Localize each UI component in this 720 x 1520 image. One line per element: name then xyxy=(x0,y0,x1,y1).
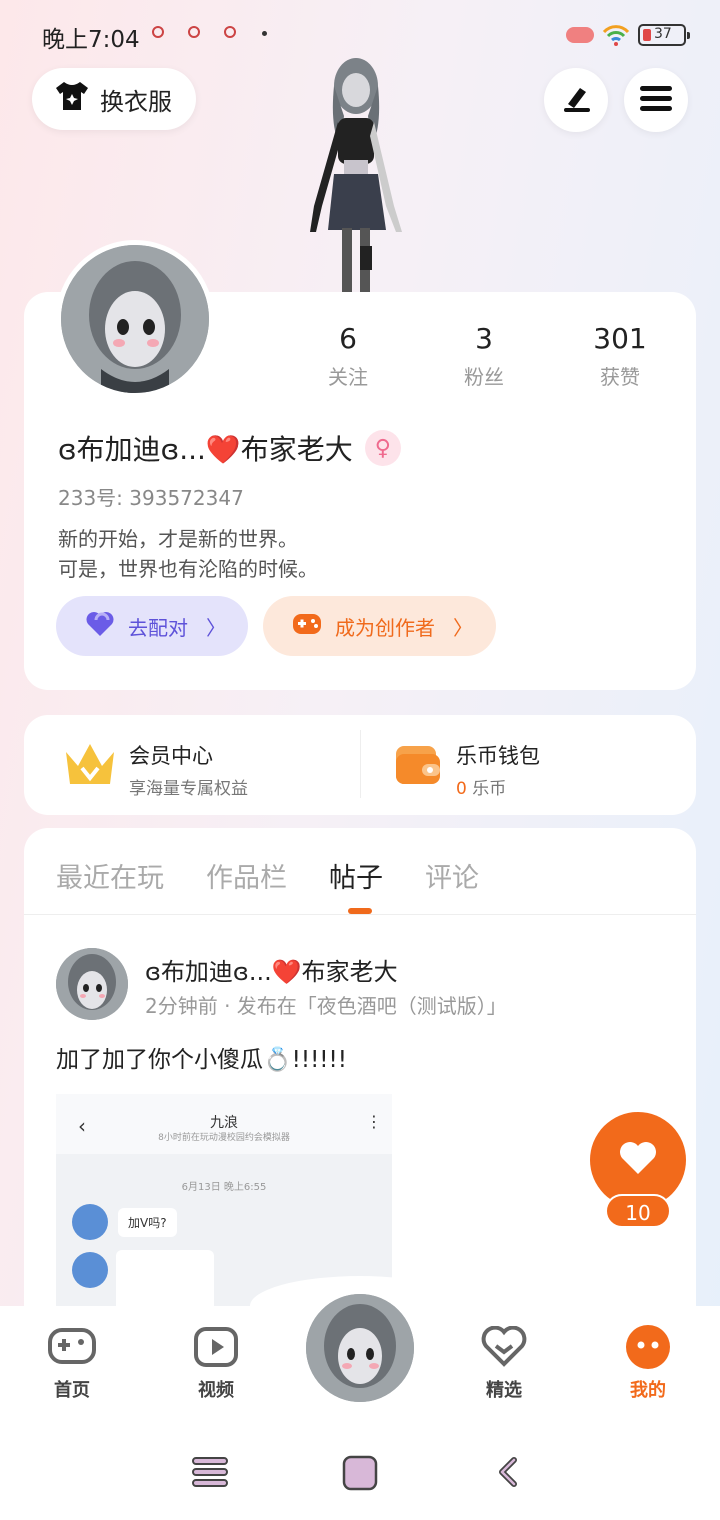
menu-button[interactable] xyxy=(624,68,688,132)
profile-name: ɞ布加迪ɞ...❤️布家老大 xyxy=(58,433,353,466)
heart-icon xyxy=(618,1140,658,1180)
home-icon[interactable] xyxy=(342,1455,378,1495)
nav-home[interactable]: 首页 xyxy=(24,1324,120,1402)
back-icon[interactable] xyxy=(496,1456,520,1492)
become-creator-button[interactable]: 成为创作者 〉 xyxy=(263,596,496,656)
gamepad-icon xyxy=(291,610,323,643)
tab-recent-played[interactable]: 最近在玩 xyxy=(56,856,164,895)
vip-subtitle: 享海量专属权益 xyxy=(129,779,248,799)
vip-title: 会员中心 xyxy=(129,744,213,768)
wallet-unit: 乐币 xyxy=(472,779,507,799)
gamepad-icon xyxy=(24,1324,120,1370)
divider xyxy=(24,914,696,915)
nav-label: 首页 xyxy=(54,1380,90,1401)
more-vertical-icon: ⋮ xyxy=(366,1112,382,1131)
chat-avatar xyxy=(72,1252,108,1288)
stat-label: 获赞 xyxy=(600,365,640,389)
nav-featured[interactable]: 精选 xyxy=(456,1324,552,1402)
screenshot-date: 6月13日 晚上6:55 xyxy=(181,1182,267,1193)
shirt-icon xyxy=(54,80,90,118)
post-author-name[interactable]: ɞ布加迪ɞ...❤️布家老大 xyxy=(145,952,398,987)
nav-label: 视频 xyxy=(198,1380,234,1401)
stat-value: 301 xyxy=(593,322,647,355)
notification-icon xyxy=(188,26,200,38)
notification-icon xyxy=(224,26,236,38)
avatar-3d-figure[interactable] xyxy=(290,56,420,292)
match-button[interactable]: 去配对 〉 xyxy=(56,596,248,656)
mute-icon xyxy=(566,27,594,43)
stat-likes: 301 获赞 xyxy=(560,322,680,390)
screenshot-subtitle: 8小时前在玩动漫校园约会模拟器 xyxy=(158,1133,290,1143)
face-icon xyxy=(600,1324,696,1370)
stat-following[interactable]: 6 关注 xyxy=(288,322,408,390)
screenshot-title: 九浪 xyxy=(210,1115,238,1131)
nav-label: 我的 xyxy=(630,1380,666,1401)
nav-center-avatar[interactable] xyxy=(302,1290,418,1406)
profile-name-row: ɞ布加迪ɞ...❤️布家老大 ♀ xyxy=(58,428,401,468)
post-meta[interactable]: 2分钟前 · 发布在「夜色酒吧（测试版）」 xyxy=(145,990,507,1019)
like-count: 10 xyxy=(605,1194,671,1228)
female-icon: ♀ xyxy=(364,430,401,466)
profile-avatar[interactable] xyxy=(56,240,214,398)
edit-button[interactable] xyxy=(544,68,608,132)
divider xyxy=(360,730,361,798)
battery-icon: 37 xyxy=(638,24,690,46)
wallet-value: 0 xyxy=(456,779,467,799)
play-icon xyxy=(168,1324,264,1370)
chevron-right-icon: 〉 xyxy=(206,615,226,640)
wallet-entry[interactable]: 乐币钱包 0 乐币 xyxy=(456,740,656,799)
tab-works[interactable]: 作品栏 xyxy=(206,856,287,895)
nav-mine[interactable]: 我的 xyxy=(600,1324,696,1402)
tab-comments[interactable]: 评论 xyxy=(425,856,479,895)
profile-bio: 新的开始，才是新的世界。 可是，世界也有沦陷的时候。 xyxy=(58,524,318,584)
bio-line: 新的开始，才是新的世界。 xyxy=(58,527,298,551)
pen-icon xyxy=(560,82,592,118)
change-outfit-label: 换衣服 xyxy=(100,87,172,116)
more-dot-icon xyxy=(262,31,267,36)
nav-video[interactable]: 视频 xyxy=(168,1324,264,1402)
recent-apps-icon[interactable] xyxy=(192,1456,228,1492)
heart-icon xyxy=(84,610,116,643)
wallet-balance: 0 乐币 xyxy=(456,774,656,799)
stat-followers[interactable]: 3 粉丝 xyxy=(424,322,544,390)
match-label: 去配对 xyxy=(128,615,188,640)
crown-icon xyxy=(62,738,118,790)
stat-label: 粉丝 xyxy=(464,365,504,389)
chat-bubble: 加V吗? xyxy=(118,1208,177,1237)
chevron-right-icon: 〉 xyxy=(453,615,473,640)
bio-line: 可是，世界也有沦陷的时候。 xyxy=(58,557,318,581)
wifi-icon xyxy=(602,20,630,48)
stat-value: 6 xyxy=(339,322,357,355)
heart-chat-icon xyxy=(456,1324,552,1370)
stat-value: 3 xyxy=(475,322,493,355)
post-author-avatar[interactable] xyxy=(56,948,128,1020)
content-tabs: 最近在玩 作品栏 帖子 评论 xyxy=(56,856,479,895)
notification-icon xyxy=(152,26,164,38)
wallet-icon xyxy=(392,738,444,790)
menu-icon xyxy=(640,84,672,116)
status-time: 晚上7:04 xyxy=(42,27,140,53)
tab-posts[interactable]: 帖子 xyxy=(329,856,383,895)
change-outfit-button[interactable]: 换衣服 xyxy=(32,68,196,130)
chat-avatar xyxy=(72,1204,108,1240)
creator-label: 成为创作者 xyxy=(335,615,435,640)
nav-label: 精选 xyxy=(486,1380,522,1401)
vip-center-entry[interactable]: 会员中心 享海量专属权益 xyxy=(129,740,329,799)
wallet-title: 乐币钱包 xyxy=(456,744,540,768)
post-text: 加了加了你个小傻瓜💍!!!!!! xyxy=(56,1047,347,1073)
stat-label: 关注 xyxy=(328,365,368,389)
user-id: 233号: 393572347 xyxy=(58,486,244,510)
